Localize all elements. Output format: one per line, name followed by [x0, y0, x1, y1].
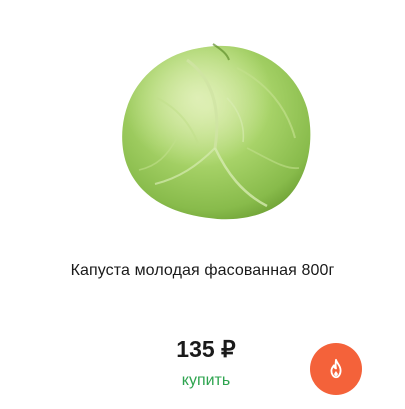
product-card: Капуста молодая фасованная 800г 135 ₽ ку… — [0, 0, 405, 409]
cabbage-image — [122, 43, 311, 220]
product-image[interactable] — [117, 38, 315, 222]
product-name[interactable]: Капуста молодая фасованная 800г — [0, 262, 405, 280]
flame-icon — [330, 358, 342, 379]
hot-offer-button[interactable] — [310, 343, 362, 395]
